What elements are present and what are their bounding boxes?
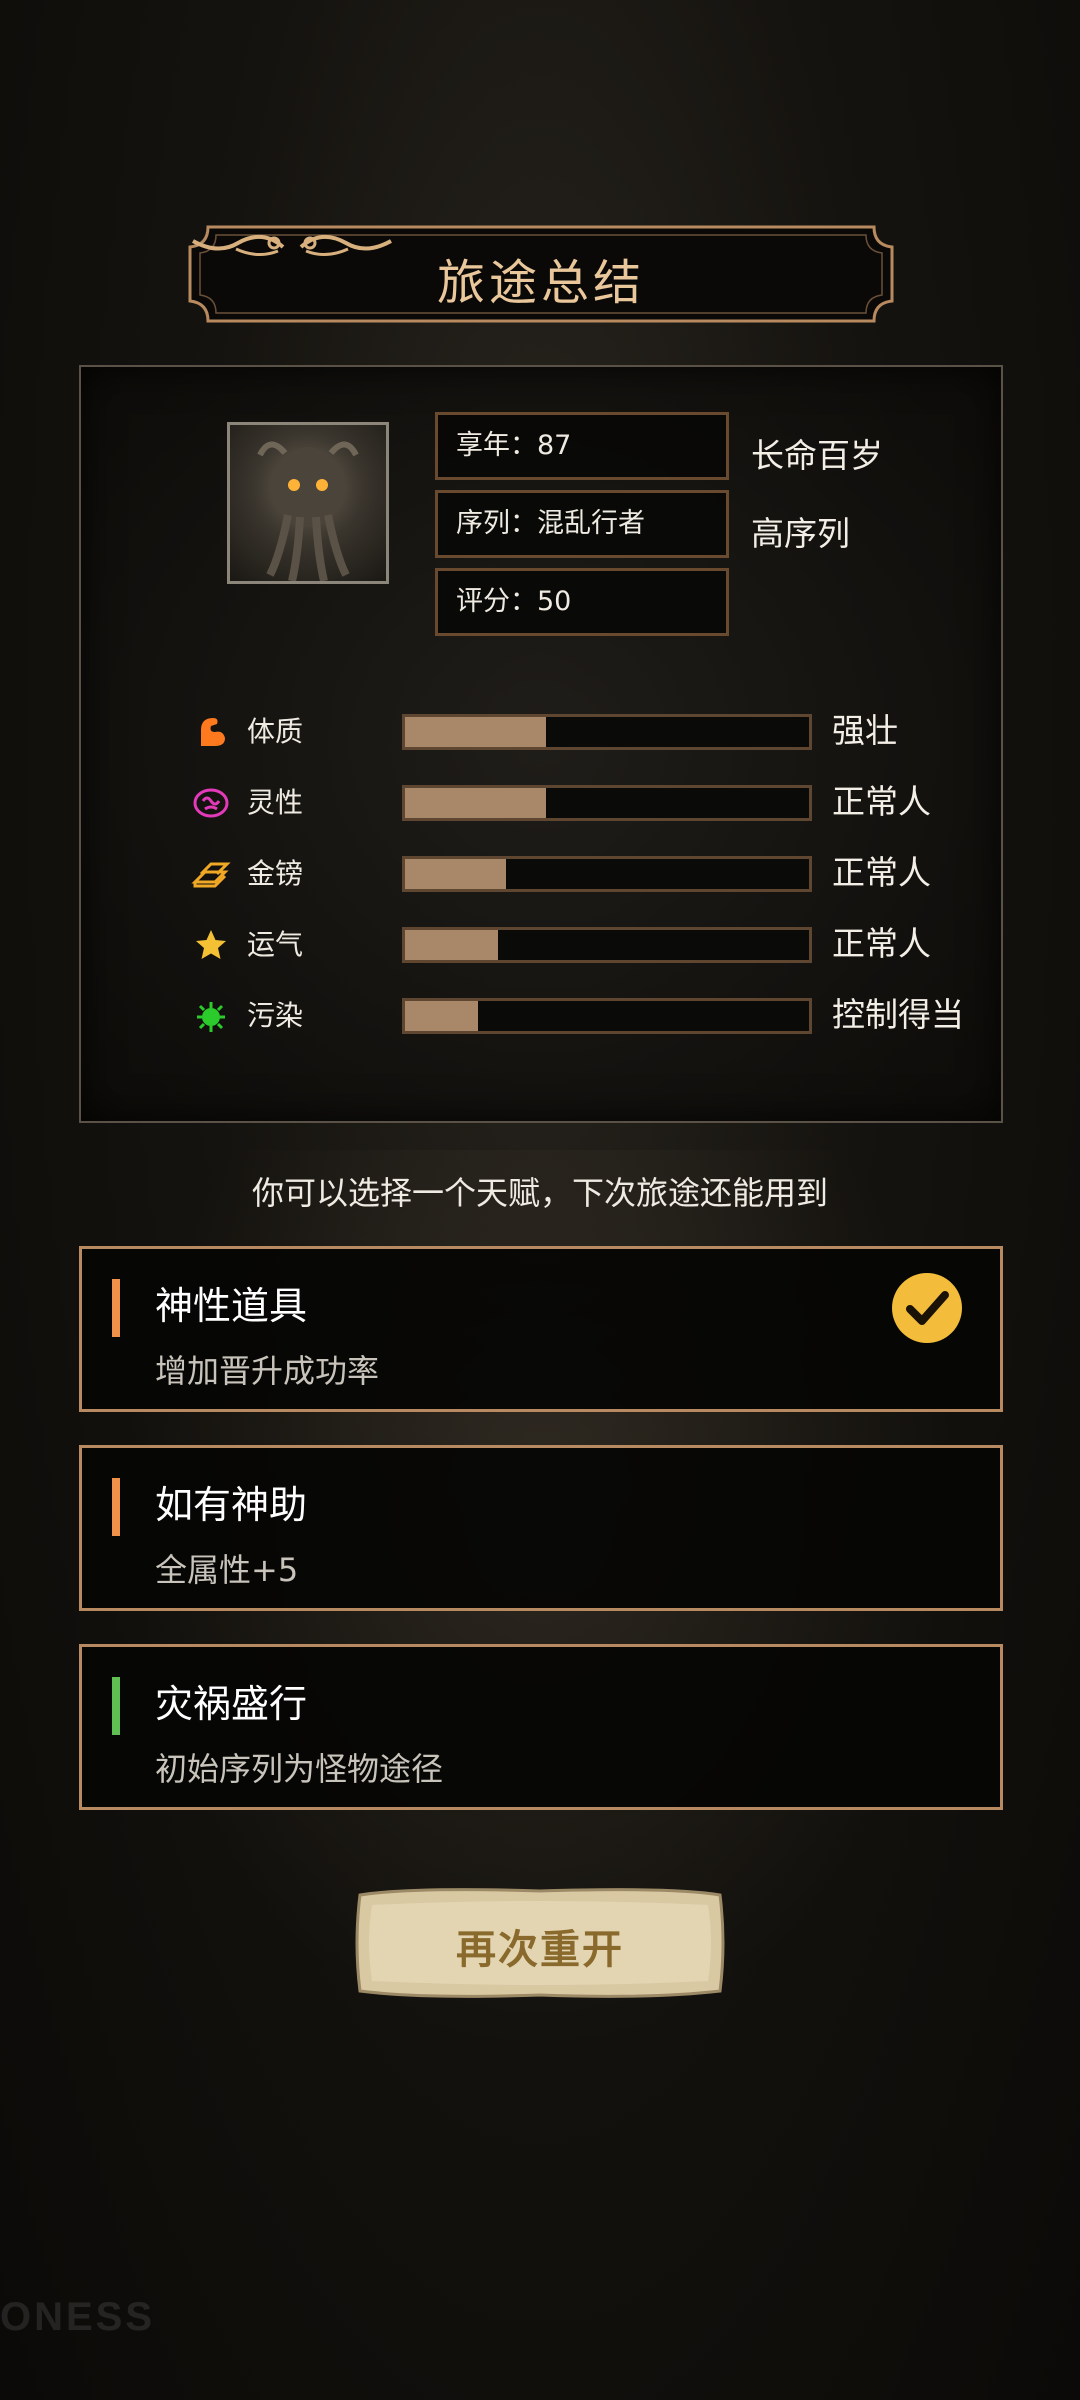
stat-label: 体质 <box>247 715 304 748</box>
selected-check-icon <box>892 1273 962 1343</box>
tentacle-monster-portrait-icon <box>227 422 389 584</box>
stat-label: 灵性 <box>247 786 304 819</box>
restart-button-label: 再次重开 <box>456 1926 624 1973</box>
talent-prompt: 你可以选择一个天赋，下次旅途还能用到 <box>251 1174 828 1212</box>
stat-label: 金镑 <box>247 857 304 890</box>
talent-accent-bar <box>112 1677 120 1735</box>
stat-label: 污染 <box>247 999 304 1032</box>
talent-desc: 全属性+5 <box>155 1551 299 1589</box>
age-field: 享年：87 <box>435 412 729 480</box>
talent-option-divine-help[interactable]: 如有神助 全属性+5 <box>79 1445 1003 1611</box>
stat-bar <box>402 714 812 750</box>
page-title: 旅途总结 <box>436 255 645 311</box>
watermark-text: ONESS <box>0 2295 156 2339</box>
stat-desc: 正常人 <box>832 924 931 963</box>
stat-desc: 正常人 <box>832 782 931 821</box>
talent-accent-bar <box>112 1478 120 1536</box>
title-banner: 旅途总结 <box>188 225 894 323</box>
summary-panel: 享年：87 长命百岁 序列：混乱行者 高序列 评分：50 体质 强壮 灵性 正常… <box>79 365 1003 1123</box>
gold-bars-icon <box>191 862 231 888</box>
restart-button[interactable]: 再次重开 <box>352 1885 728 2001</box>
talent-name: 灾祸盛行 <box>155 1682 308 1726</box>
talent-name: 神性道具 <box>155 1284 308 1328</box>
stat-bar <box>402 856 812 892</box>
brain-icon <box>193 788 229 818</box>
flourish-right-icon <box>192 235 285 256</box>
stat-bar <box>402 927 812 963</box>
stat-desc: 控制得当 <box>832 995 964 1034</box>
talent-option-divine-item[interactable]: 神性道具 增加晋升成功率 <box>79 1246 1003 1412</box>
stat-desc: 强壮 <box>832 711 898 750</box>
virus-icon <box>197 1002 225 1032</box>
age-tag: 长命百岁 <box>751 436 883 475</box>
sequence-field: 序列：混乱行者 <box>435 490 729 558</box>
sequence-tag: 高序列 <box>751 514 850 553</box>
stat-desc: 正常人 <box>832 853 931 892</box>
score-field: 评分：50 <box>435 568 729 636</box>
talent-option-disaster[interactable]: 灾祸盛行 初始序列为怪物途径 <box>79 1644 1003 1810</box>
muscle-arm-icon <box>201 718 225 746</box>
talent-desc: 增加晋升成功率 <box>155 1352 380 1390</box>
talent-desc: 初始序列为怪物途径 <box>155 1750 444 1788</box>
stat-bar <box>402 998 812 1034</box>
stat-label: 运气 <box>247 928 304 961</box>
talent-name: 如有神助 <box>155 1483 308 1527</box>
star-icon <box>196 930 226 959</box>
talent-accent-bar <box>112 1279 120 1337</box>
stat-bar <box>402 785 812 821</box>
